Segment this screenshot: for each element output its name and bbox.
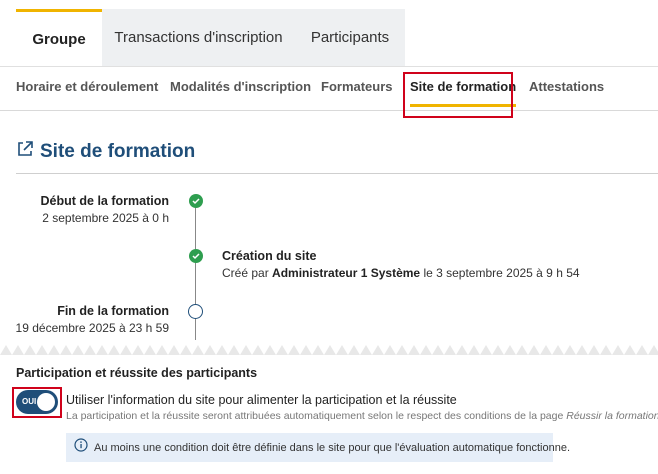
external-link-icon[interactable] bbox=[16, 140, 34, 163]
event-end-title: Fin de la formation bbox=[57, 304, 169, 318]
info-banner: Au moins une condition doit être définie… bbox=[66, 433, 570, 462]
tab-participants[interactable]: Participants bbox=[295, 9, 405, 66]
subtab-horaire[interactable]: Horaire et déroulement bbox=[16, 67, 158, 111]
section-divider bbox=[16, 173, 658, 174]
timeline-line bbox=[195, 200, 196, 340]
tab-transactions[interactable]: Transactions d'inscription bbox=[102, 9, 295, 66]
creation-author: Administrateur 1 Système bbox=[272, 266, 421, 280]
subtab-attestations[interactable]: Attestations bbox=[529, 67, 604, 111]
highlight-box-subtab bbox=[403, 72, 513, 118]
subtab-modalites[interactable]: Modalités d'inscription bbox=[170, 67, 311, 111]
event-end-date: 19 décembre 2025 à 23 h 59 bbox=[15, 321, 169, 335]
section-title: Site de formation bbox=[40, 140, 196, 162]
section-header: Site de formation bbox=[16, 140, 195, 163]
event-start-date: 2 septembre 2025 à 0 h bbox=[42, 211, 169, 225]
participation-title: Participation et réussite des participan… bbox=[16, 366, 258, 380]
help-text: La participation et la réussite seront a… bbox=[66, 410, 564, 422]
highlight-box-toggle bbox=[12, 387, 62, 418]
help-link[interactable]: Réussir la formation bbox=[566, 410, 658, 422]
check-icon bbox=[189, 249, 203, 263]
zigzag-divider bbox=[0, 341, 658, 355]
sub-tab-bar: Horaire et déroulement Modalités d'inscr… bbox=[0, 67, 658, 111]
subtab-formateurs[interactable]: Formateurs bbox=[321, 67, 393, 111]
info-icon bbox=[74, 438, 88, 457]
toggle-help-text: La participation et la réussite seront a… bbox=[66, 410, 658, 422]
info-text: Au moins une condition doit être définie… bbox=[94, 441, 571, 454]
top-tab-bar: Groupe Transactions d'inscription Partic… bbox=[16, 9, 405, 66]
event-creation-title: Création du site bbox=[222, 249, 317, 263]
creation-suffix: le 3 septembre 2025 à 9 h 54 bbox=[423, 266, 580, 280]
pending-circle-icon bbox=[188, 304, 203, 319]
toggle-description: Utiliser l'information du site pour alim… bbox=[66, 393, 457, 407]
check-icon bbox=[189, 194, 203, 208]
event-start-title: Début de la formation bbox=[40, 194, 169, 208]
creation-prefix: Créé par bbox=[222, 266, 269, 280]
event-creation-detail: Créé par Administrateur 1 Système le 3 s… bbox=[222, 266, 580, 280]
tab-groupe[interactable]: Groupe bbox=[16, 9, 102, 66]
